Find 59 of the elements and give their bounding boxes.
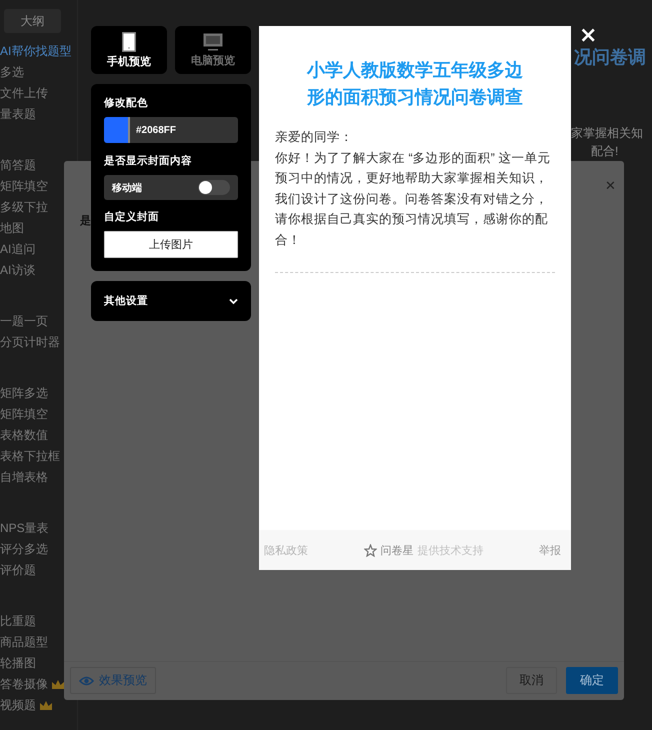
sidebar-item[interactable]: 多级下拉 [0,197,48,218]
crown-icon [39,700,53,711]
sidebar-item[interactable]: 评价题 [0,560,36,581]
sidebar-item[interactable]: AI访谈 [0,260,36,281]
sidebar-item[interactable]: NPS量表 [0,518,49,539]
sidebar-item[interactable]: 比重题 [0,611,36,632]
setting-label: 自定义封面 [104,210,160,224]
cancel-button[interactable]: 取消 [506,667,557,694]
eye-icon [79,674,94,686]
sidebar-item[interactable]: AI追问 [0,239,36,260]
sidebar-item[interactable]: 视频题 [0,695,53,716]
color-field[interactable]: #2068FF [104,117,238,143]
sidebar-item[interactable]: 多选 [0,62,24,83]
survey-intro: 你好！为了了解大家在 “多边形的面积” 这一单元预习中的情况，更好地帮助大家掌握相关知识，我们设计了这份问卷。问卷答案没有对错之分，请你根据自己真实的预习情况填写，感谢你的配合！ [275,150,552,248]
crown-icon [51,679,65,690]
close-button[interactable]: × [579,25,598,47]
other-settings-button[interactable]: 其他设置 [91,281,251,321]
toggle-switch[interactable] [198,180,230,195]
phone-preview-tab[interactable]: 手机预览 [91,26,167,74]
upload-button[interactable]: 上传图片 [104,231,238,258]
setting-label: 是否显示封面内容 [104,154,193,168]
sidebar-item[interactable]: 地图 [0,218,24,239]
color-value: #2068FF [136,124,176,136]
outline-button[interactable]: 大纲 [4,9,61,33]
toggle-label: 移动端 [112,182,142,194]
privacy-link[interactable]: 隐私政策 [264,542,308,558]
sidebar-item[interactable]: 矩阵填空 [0,404,48,425]
monitor-icon [203,32,223,50]
page-text: 家掌握相关知 [571,125,643,142]
sidebar-item[interactable]: 量表题 [0,104,36,125]
sidebar-item[interactable]: 答卷摄像 [0,674,65,695]
survey-intro: 亲爱的同学： [275,129,354,146]
close-icon[interactable]: ✕ [605,178,616,192]
chevron-icon [229,298,238,304]
sidebar-item[interactable]: 分页计时器 [0,332,60,353]
page-title: 况问卷调 [574,47,647,67]
sidebar-item[interactable]: 矩阵多选 [0,383,48,404]
sidebar-item[interactable]: 轮播图 [0,653,36,674]
sidebar-item[interactable]: 一题一页 [0,311,48,332]
dialog-text: 是 [80,215,91,227]
sidebar-item[interactable]: 表格数值 [0,425,48,446]
sidebar-item[interactable]: 简答题 [0,155,36,176]
star-icon [364,544,376,556]
report-link[interactable]: 举报 [539,542,561,558]
sidebar-item[interactable]: AI帮你找题型 [0,41,72,62]
setting-label: 修改配色 [104,96,149,110]
brand-name: 问卷星 [380,544,414,558]
survey-title: 小学人教版数学五年级多边形的面积预习情况问卷调查 [306,59,524,109]
sidebar-item[interactable]: 矩阵填空 [0,176,48,197]
sidebar-item[interactable]: 文件上传 [0,83,48,104]
sidebar-item[interactable]: 评分多选 [0,539,48,560]
page-text: 配合! [591,143,618,160]
phone-icon [122,32,136,52]
sidebar-item[interactable]: 表格下拉框 [0,446,60,467]
sidebar-item[interactable]: 商品题型 [0,632,48,653]
sidebar-item[interactable]: 自增表格 [0,467,48,488]
confirm-button[interactable]: 确定 [566,667,618,694]
color-swatch[interactable] [104,117,130,143]
desktop-preview-tab[interactable]: 电脑预览 [175,26,251,74]
